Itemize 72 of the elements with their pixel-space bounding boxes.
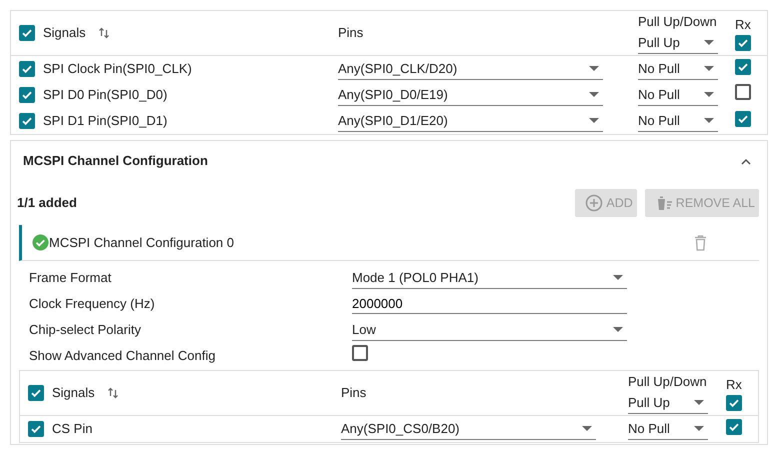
signal-name: SPI D1 Pin(SPI0_D1)	[43, 112, 168, 130]
signal-name: SPI Clock Pin(SPI0_CLK)	[43, 60, 192, 78]
caret-icon	[694, 400, 704, 405]
check-icon	[737, 113, 749, 126]
checkbox[interactable]	[735, 111, 751, 128]
checkbox[interactable]	[735, 59, 751, 76]
column-header: Pins	[338, 25, 364, 40]
field-label: Clock Frequency (Hz)	[29, 295, 156, 314]
check-icon	[21, 27, 33, 39]
field-label: Chip-select Polarity	[29, 321, 142, 340]
pull-select[interactable]: Pull Up	[638, 32, 718, 54]
field-label: Show Advanced Channel Config	[29, 347, 216, 366]
checkbox[interactable]	[19, 113, 35, 129]
section-title: MCSPI Channel Configuration	[23, 152, 208, 170]
caret-icon	[704, 66, 714, 71]
checkbox[interactable]	[19, 87, 35, 103]
chevron-icon[interactable]	[741, 158, 751, 164]
caret-icon	[704, 118, 714, 123]
check-icon	[21, 63, 33, 75]
caret-icon	[582, 426, 592, 431]
checkbox[interactable]	[735, 84, 751, 100]
pin-select[interactable]: Any(SPI0_CLK/D20)	[338, 58, 603, 80]
column-header: Pull Up/Down	[628, 373, 708, 392]
field-label: Frame Format	[29, 269, 112, 288]
checkbox[interactable]	[28, 421, 44, 437]
input-field[interactable]: 2000000	[352, 294, 627, 314]
dropdown[interactable]: Mode 1 (POL0 PHA1)	[352, 267, 627, 289]
add-icon	[585, 194, 604, 212]
check-icon	[21, 115, 33, 127]
caret-icon	[589, 118, 599, 123]
checkbox[interactable]	[19, 61, 35, 77]
pull-select[interactable]: Pull Up	[628, 392, 708, 414]
caret-icon	[613, 275, 623, 280]
caret-icon	[704, 92, 714, 97]
column-header: Pull Up/Down	[638, 13, 718, 32]
column-header: Pins	[341, 385, 366, 400]
column-header: Rx	[735, 16, 751, 34]
checkbox[interactable]	[28, 385, 44, 401]
check-icon	[728, 396, 740, 409]
dropdown[interactable]: Low	[352, 319, 627, 341]
caret-icon	[613, 327, 623, 332]
pull-select[interactable]: No Pull	[638, 110, 718, 132]
checkbox[interactable]	[726, 394, 742, 411]
pin-select[interactable]: Any(SPI0_D1/E20)	[338, 110, 603, 132]
column-header: Rx	[726, 376, 742, 394]
caret-icon	[694, 426, 704, 431]
column-header: Signals	[43, 24, 86, 42]
check-icon	[30, 423, 42, 435]
caret-icon	[589, 92, 599, 97]
instance-title: MCSPI Channel Configuration 0	[49, 234, 234, 252]
checkbox[interactable]	[352, 345, 368, 362]
added-count: 1/1 added	[17, 194, 77, 212]
signal-name: SPI D0 Pin(SPI0_D0)	[43, 86, 168, 104]
check-icon	[30, 387, 42, 399]
check-icon	[737, 61, 749, 74]
checkbox[interactable]	[19, 25, 35, 41]
pull-select[interactable]: No Pull	[628, 418, 708, 440]
checkbox[interactable]	[726, 419, 742, 436]
sort-icon[interactable]	[106, 387, 119, 399]
check-icon	[737, 36, 749, 49]
check-icon	[728, 421, 740, 434]
signal-name: CS Pin	[52, 420, 92, 438]
caret-icon	[589, 66, 599, 71]
pin-select[interactable]: Any(SPI0_D0/E19)	[338, 84, 603, 106]
pin-select[interactable]: Any(SPI0_CS0/B20)	[341, 418, 596, 440]
sort-icon[interactable]	[98, 27, 110, 39]
caret-icon	[704, 40, 714, 45]
pull-select[interactable]: No Pull	[638, 58, 718, 80]
column-header: Signals	[52, 384, 95, 402]
checkbox[interactable]	[735, 34, 751, 51]
pull-select[interactable]: No Pull	[638, 84, 718, 106]
check-icon	[21, 89, 33, 101]
